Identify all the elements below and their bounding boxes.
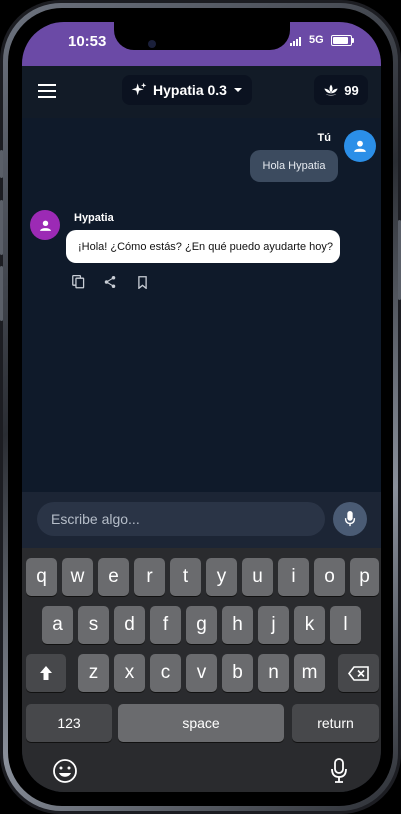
key-c[interactable]: c (150, 654, 181, 692)
key-q[interactable]: q (26, 558, 57, 596)
shift-icon (40, 666, 52, 680)
mute-switch (0, 150, 3, 178)
person-icon (354, 140, 366, 152)
key-n[interactable]: n (258, 654, 289, 692)
model-label: Hypatia 0.3 (153, 82, 227, 98)
status-bar: 10:53 5G (22, 22, 381, 66)
volume-down-button (0, 266, 3, 321)
numbers-key[interactable]: 123 (26, 704, 112, 742)
key-i[interactable]: i (278, 558, 309, 596)
menu-icon[interactable] (38, 84, 56, 98)
user-name: Tú (317, 132, 331, 144)
message-input-bar (22, 492, 381, 548)
copy-button[interactable] (68, 272, 88, 292)
microphone-icon (344, 511, 356, 527)
sparkle-icon (131, 82, 147, 96)
lotus-icon (324, 84, 338, 96)
key-d[interactable]: d (114, 606, 145, 644)
chevron-down-icon (233, 88, 242, 92)
return-key[interactable]: return (292, 704, 379, 742)
key-z[interactable]: z (78, 654, 109, 692)
bot-message-text: ¡Hola! ¿Cómo estás? ¿En qué puedo ayudar… (78, 240, 333, 253)
emoji-icon (53, 759, 77, 783)
credits-button[interactable]: 99 (314, 75, 368, 105)
key-b[interactable]: b (222, 654, 253, 692)
status-time: 10:53 (68, 33, 107, 50)
chat-area: Tú Hola Hypatia Hypatia ¡Hola! ¿Cómo est… (22, 118, 381, 492)
user-message-text: Hola Hypatia (262, 160, 326, 172)
microphone-icon (331, 758, 347, 783)
key-s[interactable]: s (78, 606, 109, 644)
key-x[interactable]: x (114, 654, 145, 692)
person-icon (39, 220, 51, 231)
volume-up-button (0, 200, 3, 255)
key-l[interactable]: l (330, 606, 361, 644)
key-p[interactable]: p (350, 558, 379, 596)
model-selector-button[interactable]: Hypatia 0.3 (122, 75, 252, 105)
credits-count: 99 (344, 82, 359, 98)
delete-key[interactable] (338, 654, 379, 692)
notch (114, 22, 290, 50)
share-icon (104, 276, 116, 288)
key-k[interactable]: k (294, 606, 325, 644)
key-m[interactable]: m (294, 654, 325, 692)
network-label: 5G (309, 34, 324, 46)
key-v[interactable]: v (186, 654, 217, 692)
user-message-bubble: Hola Hypatia (250, 150, 338, 182)
key-t[interactable]: t (170, 558, 201, 596)
key-g[interactable]: g (186, 606, 217, 644)
phone-device: 10:53 5G Hypatia 0.3 99 Tú Hola Hypatia … (0, 0, 401, 814)
backspace-icon (347, 665, 369, 681)
screen: 10:53 5G Hypatia 0.3 99 Tú Hola Hypatia … (22, 22, 381, 792)
bot-avatar (30, 210, 60, 240)
copy-icon (71, 275, 84, 289)
bookmark-icon (137, 275, 147, 289)
shift-key[interactable] (26, 654, 66, 692)
key-u[interactable]: u (242, 558, 273, 596)
emoji-button[interactable] (52, 758, 78, 789)
space-key[interactable]: space (118, 704, 284, 742)
key-a[interactable]: a (42, 606, 73, 644)
app-bar: Hypatia 0.3 99 (22, 66, 381, 118)
key-j[interactable]: j (258, 606, 289, 644)
key-e[interactable]: e (98, 558, 129, 596)
message-actions (68, 272, 152, 292)
message-input[interactable] (37, 502, 325, 536)
share-button[interactable] (100, 272, 120, 292)
bookmark-button[interactable] (132, 272, 152, 292)
signal-icon (290, 36, 301, 46)
voice-input-button[interactable] (333, 502, 367, 536)
battery-icon (331, 35, 354, 46)
key-r[interactable]: r (134, 558, 165, 596)
bot-message-bubble: ¡Hola! ¿Cómo estás? ¿En qué puedo ayudar… (66, 230, 340, 263)
key-w[interactable]: w (62, 558, 93, 596)
dictation-button[interactable] (331, 758, 347, 789)
bot-name: Hypatia (74, 212, 114, 224)
key-y[interactable]: y (206, 558, 237, 596)
user-avatar (344, 130, 376, 162)
key-o[interactable]: o (314, 558, 345, 596)
front-camera (148, 40, 156, 48)
keyboard-bottom-bar (22, 742, 381, 792)
key-h[interactable]: h (222, 606, 253, 644)
keyboard: q w e r t y u i o p a s d f g h j k l z … (22, 548, 381, 792)
key-f[interactable]: f (150, 606, 181, 644)
